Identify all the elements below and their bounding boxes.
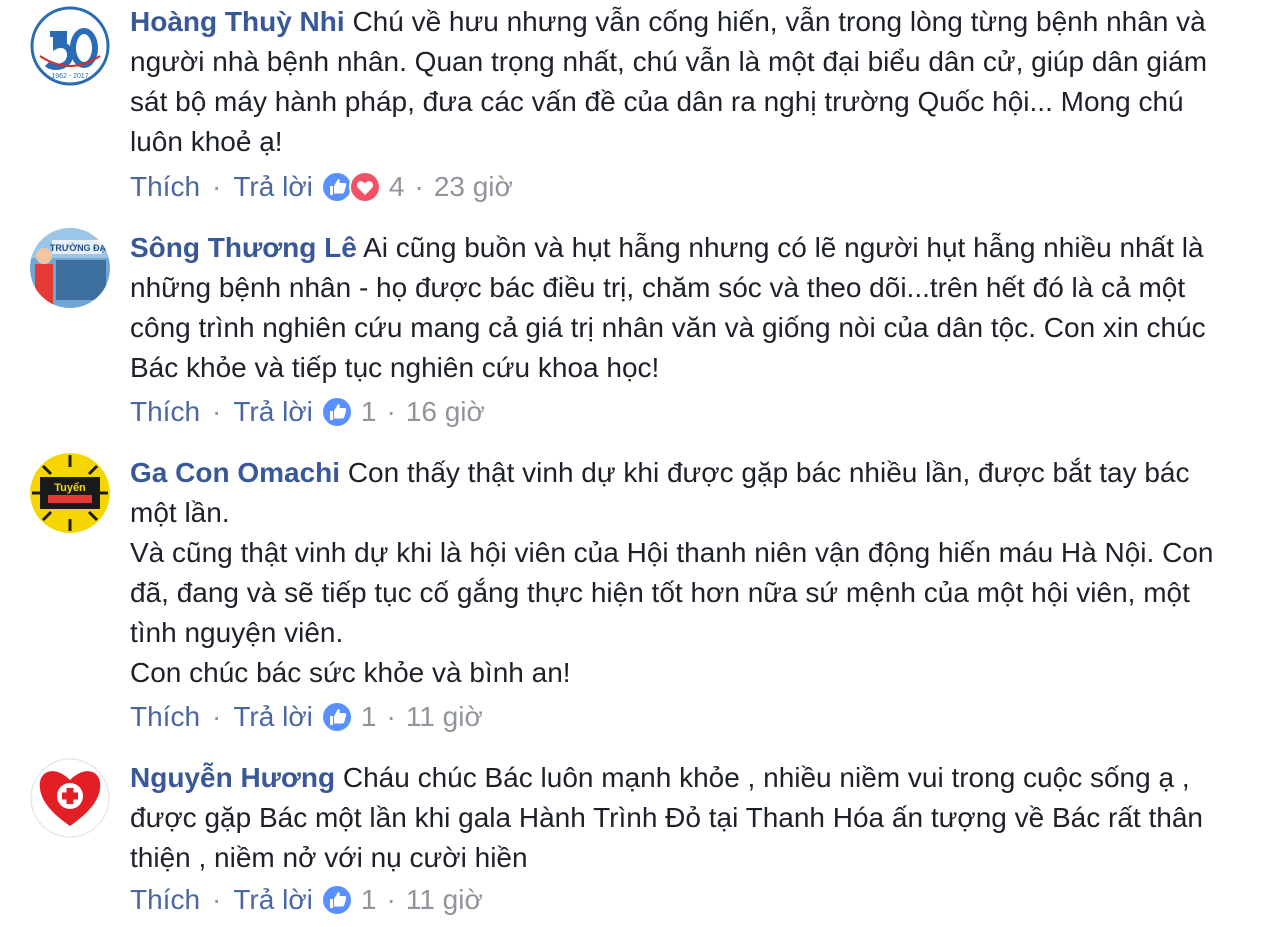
- avatar[interactable]: [30, 758, 110, 838]
- like-button[interactable]: Thích: [130, 392, 200, 432]
- like-button[interactable]: Thích: [130, 880, 200, 920]
- separator: ·: [386, 884, 396, 915]
- avatar-caption: Tuyển: [54, 482, 86, 494]
- avatar[interactable]: 1962 - 2017: [30, 6, 110, 86]
- reaction-count[interactable]: 4: [389, 167, 405, 207]
- like-icon: [320, 701, 353, 733]
- reactions[interactable]: [320, 171, 381, 203]
- comment-author[interactable]: Hoàng Thuỳ Nhi: [130, 6, 345, 37]
- comment-time[interactable]: 11 giờ: [406, 880, 483, 920]
- separator: ·: [212, 701, 222, 732]
- comment-body: Sông Thương Lê Ai cũng buồn và hụt hẫng …: [130, 228, 1240, 388]
- reaction-count[interactable]: 1: [361, 392, 377, 432]
- comment-actions: Thích · Trả lời 1 · 16 giờ: [130, 392, 485, 432]
- avatar-caption: TRƯỜNG ĐẠ: [50, 242, 107, 253]
- separator: ·: [386, 701, 396, 732]
- love-icon: [348, 171, 381, 203]
- avatar[interactable]: TRƯỜNG ĐẠ: [30, 228, 110, 308]
- reply-button[interactable]: Trả lời: [233, 880, 313, 920]
- comment-text: Và cũng thật vinh dự khi là hội viên của…: [130, 537, 1214, 648]
- separator: ·: [386, 396, 396, 427]
- comment-author[interactable]: Sông Thương Lê: [130, 232, 357, 263]
- separator: ·: [212, 396, 222, 427]
- avatar[interactable]: Tuyển: [30, 453, 110, 533]
- separator: ·: [212, 884, 222, 915]
- like-icon: [320, 396, 353, 428]
- separator: ·: [212, 171, 222, 202]
- comment-time[interactable]: 23 giờ: [434, 167, 513, 207]
- comment-author[interactable]: Ga Con Omachi: [130, 457, 340, 488]
- comment-body: Ga Con Omachi Con thấy thật vinh dự khi …: [130, 453, 1240, 693]
- comment-author[interactable]: Nguyễn Hương: [130, 762, 335, 793]
- like-button[interactable]: Thích: [130, 697, 200, 737]
- comment-time[interactable]: 16 giờ: [406, 392, 485, 432]
- comment-text: Con chúc bác sức khỏe và bình an!: [130, 657, 571, 688]
- like-button[interactable]: Thích: [130, 167, 200, 207]
- reply-button[interactable]: Trả lời: [233, 392, 313, 432]
- comment-actions: Thích · Trả lời 1 · 11 giờ: [130, 880, 483, 920]
- reaction-count[interactable]: 1: [361, 697, 377, 737]
- reply-button[interactable]: Trả lời: [233, 167, 313, 207]
- reactions[interactable]: [320, 884, 353, 916]
- reply-button[interactable]: Trả lời: [233, 697, 313, 737]
- comment-body: Nguyễn Hương Cháu chúc Bác luôn mạnh khỏ…: [130, 758, 1240, 878]
- comment-time[interactable]: 11 giờ: [406, 697, 483, 737]
- like-icon: [320, 884, 353, 916]
- reactions[interactable]: [320, 396, 353, 428]
- reactions[interactable]: [320, 701, 353, 733]
- avatar-caption: 1962 - 2017: [51, 73, 88, 80]
- separator: ·: [414, 171, 424, 202]
- reaction-count[interactable]: 1: [361, 880, 377, 920]
- comment-actions: Thích · Trả lời 1 · 11 giờ: [130, 697, 483, 737]
- comment-body: Hoàng Thuỳ Nhi Chú về hưu nhưng vẫn cống…: [130, 2, 1240, 162]
- comment-actions: Thích · Trả lời 4 · 23 giờ: [130, 167, 513, 207]
